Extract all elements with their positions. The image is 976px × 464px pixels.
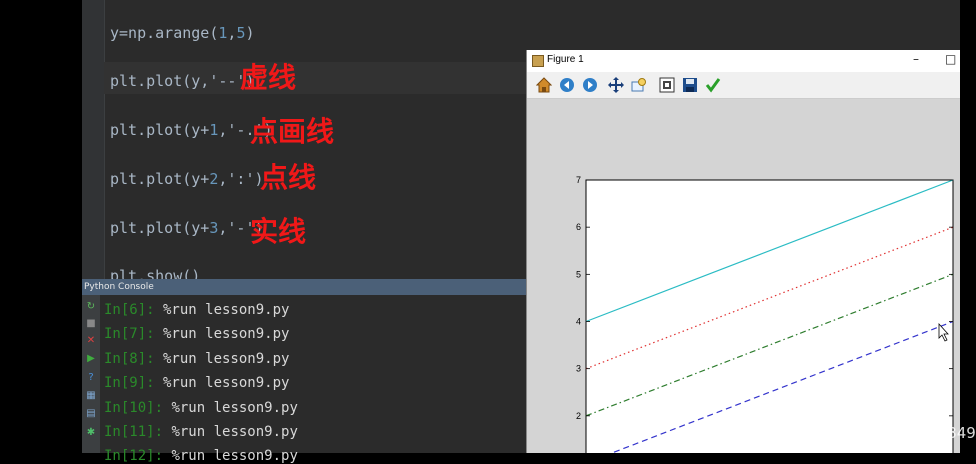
figure-toolbar bbox=[527, 72, 961, 99]
console-line: In[10]: %run lesson9.py bbox=[104, 400, 298, 416]
code-line-2[interactable]: plt.plot(y,'--') bbox=[110, 72, 255, 90]
y-tick-label: 4 bbox=[576, 317, 581, 327]
code-line-1[interactable]: y=np.arange(1,5) bbox=[110, 24, 255, 42]
configure-subplots-icon[interactable] bbox=[658, 76, 676, 94]
zoom-icon[interactable] bbox=[630, 76, 648, 94]
settings-icon[interactable]: ▦ bbox=[85, 390, 97, 402]
home-icon[interactable] bbox=[535, 76, 553, 94]
y-tick-label: 7 bbox=[576, 175, 581, 185]
close-icon[interactable]: ✕ bbox=[85, 335, 97, 347]
debug-icon[interactable]: ✱ bbox=[85, 427, 97, 439]
pan-icon[interactable] bbox=[607, 76, 625, 94]
console-line: In[8]: %run lesson9.py bbox=[104, 351, 290, 367]
annotation-solid: 实线 bbox=[250, 215, 307, 248]
history-icon[interactable]: ▤ bbox=[85, 408, 97, 420]
execute-icon[interactable]: ▶ bbox=[85, 353, 97, 365]
console-line: In[12]: %run lesson9.py bbox=[104, 448, 298, 464]
y-tick-label: 3 bbox=[576, 364, 581, 374]
rerun-icon[interactable]: ↻ bbox=[85, 301, 97, 313]
code-line-4[interactable]: plt.plot(y+2,':') bbox=[110, 170, 264, 188]
stop-icon[interactable]: ■ bbox=[85, 318, 97, 330]
figure-title: Figure 1 bbox=[547, 54, 584, 65]
plot-canvas[interactable]: 0.00.51.01.52.02.53.0 1234567 bbox=[527, 98, 961, 453]
editor-gutter bbox=[82, 0, 105, 280]
console-line: In[6]: %run lesson9.py bbox=[104, 302, 290, 318]
annotation-dashdot: 点画线 bbox=[250, 115, 335, 148]
console-line: In[7]: %run lesson9.py bbox=[104, 326, 290, 342]
code-line-3[interactable]: plt.plot(y+1,'-.') bbox=[110, 121, 273, 139]
help-icon[interactable]: ? bbox=[85, 372, 97, 384]
figure-window[interactable]: Figure 1 – □ 0.00.51.01.52.02 bbox=[526, 50, 961, 453]
console-line: In[9]: %run lesson9.py bbox=[104, 375, 290, 391]
console-line: In[11]: %run lesson9.py bbox=[104, 424, 298, 440]
annotation-dashed: 虚线 bbox=[240, 61, 297, 94]
y-tick-label: 2 bbox=[576, 411, 581, 421]
annotation-dotted: 点线 bbox=[260, 161, 317, 194]
save-icon[interactable] bbox=[681, 76, 699, 94]
watermark: https://blog.csdn.net/qq_43498494 bbox=[722, 424, 976, 442]
black-border-right bbox=[960, 0, 976, 453]
black-border-left bbox=[0, 0, 82, 453]
y-tick-label: 5 bbox=[576, 269, 581, 279]
back-icon[interactable] bbox=[558, 76, 576, 94]
figure-title-bar[interactable]: Figure 1 – □ bbox=[527, 50, 961, 72]
forward-icon[interactable] bbox=[581, 76, 599, 94]
y-tick-label: 6 bbox=[576, 222, 581, 232]
matplotlib-logo-icon bbox=[532, 55, 544, 67]
plot-area bbox=[585, 179, 954, 453]
minimize-button[interactable]: – bbox=[913, 52, 919, 66]
code-line-5[interactable]: plt.plot(y+3,'-') bbox=[110, 219, 264, 237]
maximize-button[interactable]: □ bbox=[945, 52, 956, 66]
console-title-bar: Python Console bbox=[82, 279, 526, 295]
console-toolbar: ↻ ■ ✕ ▶ ? ▦ ▤ ✱ bbox=[82, 295, 100, 453]
checkmark-icon[interactable] bbox=[704, 76, 722, 94]
python-console[interactable]: ↻ ■ ✕ ▶ ? ▦ ▤ ✱ In[6]: %run lesson9.py I… bbox=[82, 295, 526, 464]
